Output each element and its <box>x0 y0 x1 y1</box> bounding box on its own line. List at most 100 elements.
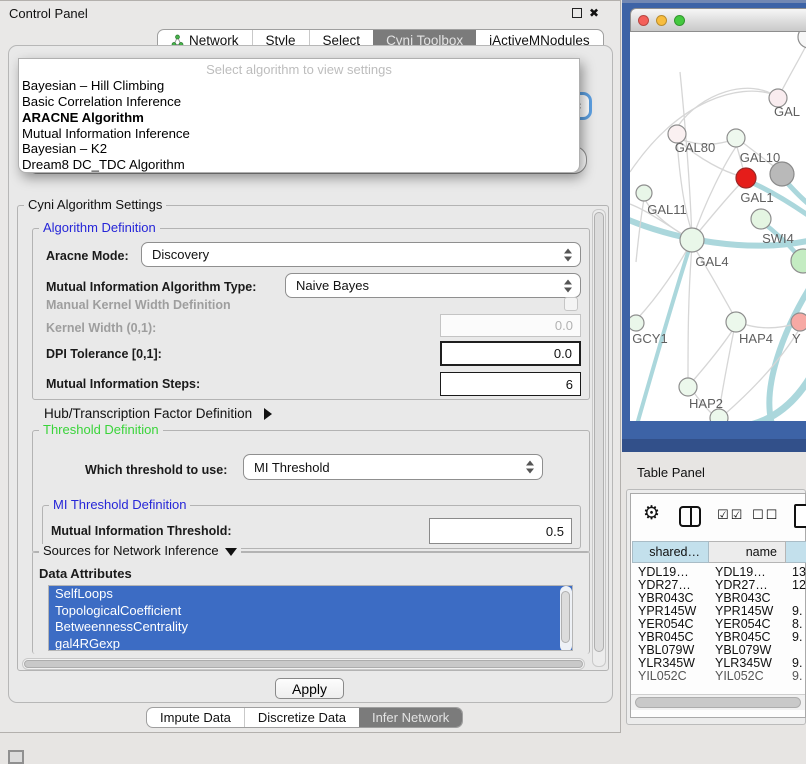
manual-kernel-checkbox[interactable] <box>564 297 578 311</box>
network-node-salmon[interactable] <box>791 313 806 331</box>
gear-icon[interactable]: ⚙ <box>643 502 660 525</box>
table-cell[interactable]: 13 <box>786 566 806 579</box>
select-all-checkboxes-icon[interactable]: ☑☑ <box>717 507 744 523</box>
hub-definition-toggle[interactable]: Hub/Transcription Factor Definition <box>44 406 272 421</box>
table-cell[interactable]: 12 <box>786 579 806 592</box>
settings-hscrollbar[interactable] <box>22 658 585 670</box>
network-canvas[interactable]: GAL GAL80 GAL10 GAL1 GAL11 GAL4 SWI4 GCY… <box>630 32 806 421</box>
deselect-all-checkboxes-icon[interactable]: ☐☐ <box>752 507 779 523</box>
tab-discretize-data[interactable]: Discretize Data <box>244 708 359 727</box>
kernel-width-field[interactable]: 0.0 <box>440 314 581 337</box>
node-label: GAL <box>774 104 800 119</box>
apply-button[interactable]: Apply <box>275 678 344 699</box>
list-item[interactable]: gal4RGexp <box>49 636 572 652</box>
sources-group-title[interactable]: Sources for Network Inference <box>39 544 241 558</box>
table-hscrollbar[interactable] <box>631 694 805 710</box>
document-icon[interactable] <box>794 504 806 528</box>
dropdown-hint: Select algorithm to view settings <box>19 62 579 77</box>
table-cell[interactable]: 9. <box>786 605 806 618</box>
table-cell[interactable]: YER054C <box>632 618 709 631</box>
table-cell[interactable]: 9. <box>786 657 806 670</box>
frame-highlight <box>622 0 806 3</box>
hub-definition-label: Hub/Transcription Factor Definition <box>44 406 252 421</box>
dropdown-item[interactable]: Bayesian – Hill Climbing <box>22 78 164 94</box>
table-cell[interactable]: 9. <box>786 631 806 644</box>
table-cell[interactable]: YBR043C <box>632 592 709 605</box>
network-node-gal4[interactable] <box>680 228 704 252</box>
mi-threshold-field[interactable]: 0.5 <box>429 518 572 544</box>
tab-infer-network[interactable]: Infer Network <box>359 708 462 727</box>
data-attributes-label: Data Attributes <box>39 566 132 581</box>
network-node-hap2[interactable] <box>679 378 697 396</box>
table-cell[interactable]: YPR145W <box>632 605 709 618</box>
dropdown-item[interactable]: Mutual Information Inference <box>22 126 190 142</box>
settings-vscrollbar[interactable] <box>592 209 606 667</box>
table-cell[interactable] <box>786 644 806 657</box>
table-cell[interactable] <box>786 592 806 605</box>
column-header-name[interactable]: name <box>709 541 786 563</box>
node-label: GAL11 <box>636 202 698 217</box>
network-node-gal1[interactable] <box>736 168 756 188</box>
table-cell[interactable]: YDR27… <box>632 579 709 592</box>
node-label: GAL4 <box>682 254 742 269</box>
table-cell[interactable]: YER054C <box>709 618 786 631</box>
list-item[interactable]: SelfLoops <box>49 586 572 603</box>
table-cell[interactable]: YBL079W <box>709 644 786 657</box>
dropdown-item-selected[interactable]: ARACNE Algorithm <box>22 110 144 126</box>
column-header-label: name <box>746 545 777 559</box>
table-cell[interactable]: YBL079W <box>632 644 709 657</box>
table-cell[interactable]: YBR045C <box>709 631 786 644</box>
close-traffic-light-icon[interactable] <box>638 15 649 26</box>
which-threshold-combo[interactable]: MI Threshold <box>243 454 543 480</box>
network-node-gal11[interactable] <box>636 185 652 201</box>
collapsed-arrow-icon <box>264 408 272 420</box>
minimize-traffic-light-icon[interactable] <box>656 15 667 26</box>
network-node-hap4[interactable] <box>726 312 746 332</box>
network-window-titlebar[interactable] <box>630 8 806 32</box>
table-cell[interactable]: 9. <box>786 670 806 683</box>
table-cell[interactable]: YPR145W <box>709 605 786 618</box>
data-attributes-list[interactable]: SelfLoops TopologicalCoefficient Between… <box>48 585 573 651</box>
tab-impute-data[interactable]: Impute Data <box>147 708 244 727</box>
column-header-shared[interactable]: shared… <box>632 541 709 563</box>
mi-steps-value: 6 <box>566 377 573 392</box>
list-item[interactable]: BetweennessCentrality <box>49 619 572 636</box>
mi-steps-field[interactable]: 6 <box>440 372 581 396</box>
table-cell[interactable]: YLR345W <box>632 657 709 670</box>
network-node-swi4[interactable] <box>751 209 771 229</box>
table-cell[interactable]: YIL052C <box>709 670 786 683</box>
network-node-gcy1[interactable] <box>630 315 644 331</box>
column-layout-icon[interactable] <box>679 506 701 527</box>
close-panel-icon[interactable]: ✖ <box>589 8 599 18</box>
zoom-traffic-light-icon[interactable] <box>674 15 685 26</box>
dropdown-item[interactable]: Bayesian – K2 <box>22 141 107 157</box>
table-cell[interactable]: YDL19… <box>709 566 786 579</box>
dropdown-item[interactable]: Dream8 DC_TDC Algorithm <box>22 157 185 173</box>
settings-hscrollbar-thumb[interactable] <box>24 660 583 668</box>
network-node[interactable] <box>798 32 806 48</box>
settings-vscrollbar-thumb[interactable] <box>594 212 604 652</box>
list-vscrollbar[interactable] <box>560 586 572 651</box>
table-cell[interactable]: YBR045C <box>632 631 709 644</box>
stepper-icon <box>564 279 573 292</box>
table-cell[interactable]: YDR27… <box>709 579 786 592</box>
dpi-tolerance-field[interactable]: 0.0 <box>440 341 581 366</box>
mi-algorithm-type-combo[interactable]: Naive Bayes <box>285 273 581 298</box>
sources-group: Sources for Network Inference Data Attri… <box>32 551 590 654</box>
threshold-definition-group: Threshold Definition Which threshold to … <box>32 430 590 553</box>
table-cell[interactable]: YDL19… <box>632 566 709 579</box>
network-node-gray[interactable] <box>770 162 794 186</box>
aracne-mode-combo[interactable]: Discovery <box>141 242 581 267</box>
column-header-partial[interactable] <box>786 541 806 563</box>
table-cell[interactable]: YBR043C <box>709 592 786 605</box>
network-node-gal10[interactable] <box>727 129 745 147</box>
dropdown-item[interactable]: Basic Correlation Inference <box>22 94 181 110</box>
list-item[interactable]: TopologicalCoefficient <box>49 603 572 620</box>
float-panel-icon[interactable] <box>572 8 582 18</box>
list-vscrollbar-thumb[interactable] <box>561 591 570 643</box>
table-hscrollbar-thumb[interactable] <box>635 697 801 708</box>
mi-algorithm-type-value: Naive Bayes <box>296 278 369 293</box>
table-cell[interactable]: YIL052C <box>632 670 709 683</box>
table-cell[interactable]: 8. <box>786 618 806 631</box>
table-cell[interactable]: YLR345W <box>709 657 786 670</box>
